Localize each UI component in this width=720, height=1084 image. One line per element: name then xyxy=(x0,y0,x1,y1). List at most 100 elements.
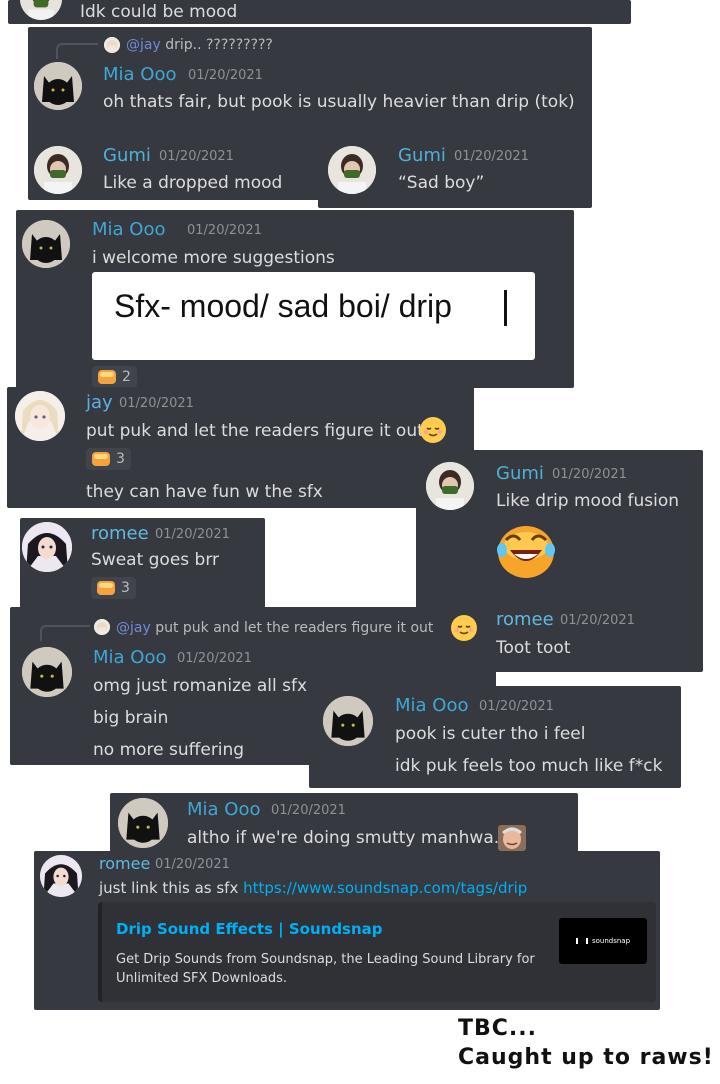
message-prefix: just link this as sfx xyxy=(99,879,244,897)
reply-mention[interactable]: @jay xyxy=(116,620,151,636)
avatar[interactable] xyxy=(20,0,62,20)
embed-logo-text: soundsnap xyxy=(591,937,631,945)
timestamp: 01/20/2021 xyxy=(188,68,263,83)
masked-person-avatar-icon xyxy=(328,146,376,194)
timestamp: 01/20/2021 xyxy=(552,467,627,482)
reply-preview[interactable]: @jay put puk and let the readers figure … xyxy=(116,620,433,636)
message-panel-8: Mia Ooo 01/20/2021 altho if we're doing … xyxy=(110,793,578,853)
timestamp: 01/20/2021 xyxy=(119,396,194,411)
avatar[interactable] xyxy=(22,220,70,268)
message-text: omg just romanize all sfx xyxy=(93,676,308,696)
masked-person-avatar-icon xyxy=(34,146,82,194)
message-text: Like drip mood fusion xyxy=(496,491,680,511)
hands-emoji-icon xyxy=(98,370,116,384)
reply-avatar xyxy=(104,37,120,53)
avatar[interactable] xyxy=(22,647,72,697)
relieved-face-emoji-icon xyxy=(420,417,446,443)
avatar[interactable] xyxy=(34,62,82,110)
reply-preview[interactable]: @jay drip.. ????????? xyxy=(126,37,273,53)
anime-girl-avatar-icon xyxy=(94,619,110,635)
masked-person-avatar-icon xyxy=(426,462,474,510)
timestamp: 01/20/2021 xyxy=(155,857,230,872)
message-text: put puk and let the readers figure it ou… xyxy=(86,421,424,441)
avatar[interactable] xyxy=(426,462,474,510)
avatar[interactable] xyxy=(323,696,373,746)
username[interactable]: Gumi xyxy=(398,146,446,166)
avatar[interactable] xyxy=(15,391,65,441)
timestamp: 01/20/2021 xyxy=(177,651,252,666)
url-link[interactable]: https://www.soundsnap.com/tags/drip xyxy=(243,879,527,897)
message-text: Idk could be mood xyxy=(80,2,238,22)
username[interactable]: Mia Ooo xyxy=(93,648,166,668)
username[interactable]: Gumi xyxy=(496,464,544,484)
message-panel-3: jay 01/20/2021 put puk and let the reade… xyxy=(7,387,474,508)
hands-emoji-icon xyxy=(97,581,115,595)
message-text: Sweat goes brr xyxy=(91,550,220,570)
message-text: no more suffering xyxy=(93,740,245,760)
reaction-count: 3 xyxy=(116,451,125,467)
text-cursor xyxy=(504,290,507,326)
anime-girl-avatar-icon xyxy=(104,37,120,53)
old-man-emoji-icon xyxy=(498,825,526,851)
anime-girl-avatar-icon xyxy=(15,391,65,441)
black-cat-avatar-icon xyxy=(118,798,168,848)
dark-hair-girl-avatar-icon xyxy=(22,522,72,572)
embed-title[interactable]: Drip Sound Effects | Soundsnap xyxy=(116,920,383,938)
message-panel-2: Mia Ooo 01/20/2021 i welcome more sugges… xyxy=(16,210,574,388)
message-text: i welcome more suggestions xyxy=(92,248,335,268)
image-caption-text: Sfx- mood/ sad boi/ drip xyxy=(114,288,452,324)
message-panel-1b: Gumi 01/20/2021 “Sad boy” xyxy=(318,138,592,208)
timestamp: 01/20/2021 xyxy=(560,613,635,628)
avatar[interactable] xyxy=(118,798,168,848)
message-panel-9: romee 01/20/2021 just link this as sfx h… xyxy=(34,851,660,1010)
relieved-face-emoji-icon xyxy=(451,615,477,641)
reaction-button[interactable]: 3 xyxy=(91,577,136,599)
message-text: big brain xyxy=(93,708,169,728)
embed-thumbnail[interactable]: soundsnap xyxy=(559,918,647,964)
message-text: they can have fun w the sfx xyxy=(86,482,323,502)
link-embed: Drip Sound Effects | Soundsnap Get Drip … xyxy=(98,902,656,1002)
hands-emoji-icon xyxy=(92,452,110,466)
username[interactable]: romee xyxy=(99,854,150,874)
reply-avatar xyxy=(94,619,110,635)
reaction-button[interactable]: 2 xyxy=(92,366,137,388)
reply-connector xyxy=(56,43,98,59)
caption-line-1: TBC... xyxy=(458,1016,537,1041)
username[interactable]: Mia Ooo xyxy=(103,65,176,85)
reply-mention[interactable]: @jay xyxy=(126,37,161,53)
black-cat-avatar-icon xyxy=(22,220,70,268)
message-text: oh thats fair, but pook is usually heavi… xyxy=(103,92,575,112)
avatar[interactable] xyxy=(40,855,82,897)
username[interactable]: Mia Ooo xyxy=(187,800,260,820)
laughing-crying-emoji-icon xyxy=(496,520,556,580)
avatar[interactable] xyxy=(34,146,82,194)
reply-text: drip.. ????????? xyxy=(160,37,273,53)
timestamp: 01/20/2021 xyxy=(187,223,262,238)
black-cat-avatar-icon xyxy=(323,696,373,746)
message-text: “Sad boy” xyxy=(398,173,485,193)
message-text: just link this as sfx https://www.sounds… xyxy=(99,878,527,898)
username[interactable]: jay xyxy=(86,393,113,413)
message-text: Toot toot xyxy=(496,638,571,658)
username[interactable]: romee xyxy=(91,524,149,544)
reaction-count: 3 xyxy=(121,580,130,596)
avatar[interactable] xyxy=(22,522,72,572)
username[interactable]: Gumi xyxy=(103,146,151,166)
reaction-button[interactable]: 3 xyxy=(86,448,131,470)
black-cat-avatar-icon xyxy=(34,62,82,110)
timestamp: 01/20/2021 xyxy=(159,149,234,164)
avatar[interactable] xyxy=(328,146,376,194)
timestamp: 01/20/2021 xyxy=(155,527,230,542)
username[interactable]: romee xyxy=(496,610,554,630)
soundwave-icon xyxy=(575,938,588,944)
caption-line-2: Caught up to raws! xyxy=(458,1045,714,1070)
username[interactable]: Mia Ooo xyxy=(92,220,165,240)
embed-description: Unlimited SFX Downloads. xyxy=(116,971,288,986)
username[interactable]: Mia Ooo xyxy=(395,696,468,716)
message-panel-top: Idk could be mood xyxy=(8,0,631,24)
reply-connector xyxy=(40,625,90,641)
timestamp: 01/20/2021 xyxy=(454,149,529,164)
message-text: pook is cuter tho i feel xyxy=(395,724,586,744)
attached-image[interactable]: Sfx- mood/ sad boi/ drip xyxy=(92,272,535,360)
message-panel-7: Mia Ooo 01/20/2021 pook is cuter tho i f… xyxy=(309,686,681,788)
